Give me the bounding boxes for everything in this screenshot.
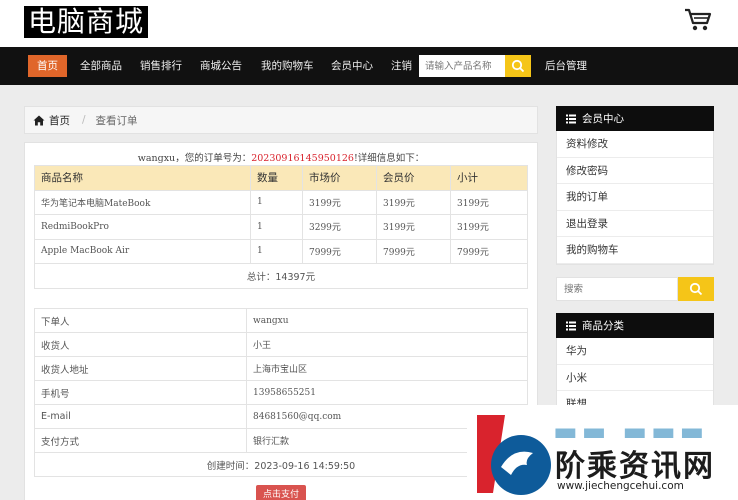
info-value-address: 上海市宝山区	[246, 356, 528, 381]
sidebar-item-logout[interactable]: 退出登录	[557, 211, 713, 237]
nav-member-center[interactable]: 会员中心	[325, 55, 379, 77]
cell-product-name: 华为笔记本电脑MateBook	[34, 189, 251, 215]
search-icon	[689, 282, 703, 296]
cell-quantity: 1	[250, 238, 303, 264]
sidebar-item-my-cart[interactable]: 我的购物车	[557, 237, 713, 264]
col-market-price: 市场价	[302, 165, 377, 191]
list-icon	[566, 321, 576, 330]
member-center-header: 会员中心	[556, 106, 714, 131]
member-center-title: 会员中心	[582, 113, 624, 125]
info-label-phone: 手机号	[34, 380, 247, 405]
nav-all-products[interactable]: 全部商品	[74, 55, 128, 77]
order-number: 20230916145950126	[251, 153, 354, 164]
cell-market-price: 3299元	[302, 214, 377, 240]
nav-announcements[interactable]: 商城公告	[194, 55, 248, 77]
member-menu: 资料修改 修改密码 我的订单 退出登录 我的购物车	[556, 131, 714, 265]
home-icon	[33, 115, 45, 125]
cell-subtotal: 7999元	[450, 238, 528, 264]
info-row: E-mail 84681560@qq.com	[34, 404, 528, 429]
order-username: wangxu	[137, 153, 176, 164]
nav-search-button[interactable]	[505, 55, 531, 77]
breadcrumb: 首页 / 查看订单	[24, 106, 538, 134]
cell-quantity: 1	[250, 214, 303, 240]
shopping-cart-icon[interactable]	[684, 8, 712, 32]
watermark-overlay: ▬▬ ▬▬▬ 阶乘资讯网 www.jiechengcehui.com	[467, 405, 738, 500]
nav-search	[419, 55, 531, 77]
sidebar-item-change-password[interactable]: 修改密码	[557, 158, 713, 184]
table-row: 华为笔记本电脑MateBook 1 3199元 3199元 3199元	[34, 189, 528, 215]
list-icon	[566, 114, 576, 123]
info-value-receiver: 小王	[246, 332, 528, 357]
info-row: 收货人 小王	[34, 332, 528, 357]
sidebar-search-input[interactable]	[556, 277, 678, 301]
breadcrumb-home-label: 首页	[49, 114, 70, 127]
info-row: 手机号 13958655251	[34, 380, 528, 405]
order-total: 总计：14397元	[34, 263, 528, 289]
info-row: 收货人地址 上海市宝山区	[34, 356, 528, 381]
sidebar-search	[556, 277, 714, 301]
order-info-table: 下单人 wangxu 收货人 小王 收货人地址 上海市宝山区 手机号 13958…	[34, 308, 528, 477]
info-label-receiver: 收货人	[34, 332, 247, 357]
breadcrumb-separator: /	[82, 114, 86, 126]
col-quantity: 数量	[250, 165, 303, 191]
cell-product-name: RedmiBookPro	[34, 214, 251, 240]
sidebar-item-my-orders[interactable]: 我的订单	[557, 184, 713, 211]
info-label-email: E-mail	[34, 404, 247, 429]
cell-market-price: 3199元	[302, 189, 377, 215]
category-item-xiaomi[interactable]: 小米	[557, 365, 713, 391]
watermark-url: www.jiechengcehui.com	[557, 480, 684, 492]
nav-sales-ranking[interactable]: 销售排行	[134, 55, 188, 77]
info-label-payment: 支付方式	[34, 428, 247, 453]
info-value-orderer: wangxu	[246, 308, 528, 333]
cell-subtotal: 3199元	[450, 189, 528, 215]
breadcrumb-home[interactable]: 首页	[33, 113, 70, 128]
info-value-phone: 13958655251	[246, 380, 528, 405]
pay-button[interactable]: 点击支付	[256, 485, 306, 500]
cell-product-name: Apple MacBook Air	[34, 238, 251, 264]
order-panel: wangxu，您的订单号为：20230916145950126!详细信息如下： …	[24, 142, 538, 500]
site-logo[interactable]: 电脑商城	[24, 6, 149, 38]
info-label-orderer: 下单人	[34, 308, 247, 333]
order-text-after: !详细信息如下：	[353, 153, 425, 164]
category-item-huawei[interactable]: 华为	[557, 338, 713, 365]
cell-market-price: 7999元	[302, 238, 377, 264]
col-member-price: 会员价	[376, 165, 451, 191]
table-header-row: 商品名称 数量 市场价 会员价 小计	[34, 165, 528, 191]
nav-my-cart[interactable]: 我的购物车	[255, 55, 320, 77]
sidebar-search-button[interactable]	[678, 277, 714, 301]
info-row: 支付方式 银行汇款	[34, 428, 528, 453]
main-nav: 首页 全部商品 销售排行 商城公告 我的购物车 会员中心 注销 后台管理	[0, 47, 738, 85]
product-search-input[interactable]	[419, 55, 505, 77]
breadcrumb-current: 查看订单	[95, 114, 138, 127]
nav-admin[interactable]: 后台管理	[539, 55, 593, 77]
cell-member-price: 3199元	[376, 214, 451, 240]
created-time: 创建时间：2023-09-16 14:59:50	[34, 452, 528, 477]
search-icon	[511, 59, 525, 73]
info-label-address: 收货人地址	[34, 356, 247, 381]
sidebar-item-edit-profile[interactable]: 资料修改	[557, 131, 713, 158]
cell-subtotal: 3199元	[450, 214, 528, 240]
order-items-table: 商品名称 数量 市场价 会员价 小计 华为笔记本电脑MateBook 1 319…	[34, 165, 528, 289]
info-row: 下单人 wangxu	[34, 308, 528, 333]
created-time-row: 创建时间：2023-09-16 14:59:50	[34, 452, 528, 477]
nav-home[interactable]: 首页	[28, 55, 67, 77]
col-product-name: 商品名称	[34, 165, 251, 191]
category-title: 商品分类	[582, 320, 624, 332]
site-header: 电脑商城	[0, 0, 738, 47]
watermark-logo	[477, 415, 551, 495]
order-summary-line: wangxu，您的订单号为：20230916145950126!详细信息如下：	[25, 150, 537, 164]
cell-member-price: 3199元	[376, 189, 451, 215]
total-row: 总计：14397元	[34, 263, 528, 289]
category-header: 商品分类	[556, 313, 714, 338]
nav-logout[interactable]: 注销	[385, 55, 418, 77]
col-subtotal: 小计	[450, 165, 528, 191]
table-row: Apple MacBook Air 1 7999元 7999元 7999元	[34, 238, 528, 264]
table-row: RedmiBookPro 1 3299元 3199元 3199元	[34, 214, 528, 240]
order-text-before: ，您的订单号为：	[175, 153, 252, 164]
cell-quantity: 1	[250, 189, 303, 215]
cell-member-price: 7999元	[376, 238, 451, 264]
watermark-title: 阶乘资讯网	[555, 449, 715, 484]
